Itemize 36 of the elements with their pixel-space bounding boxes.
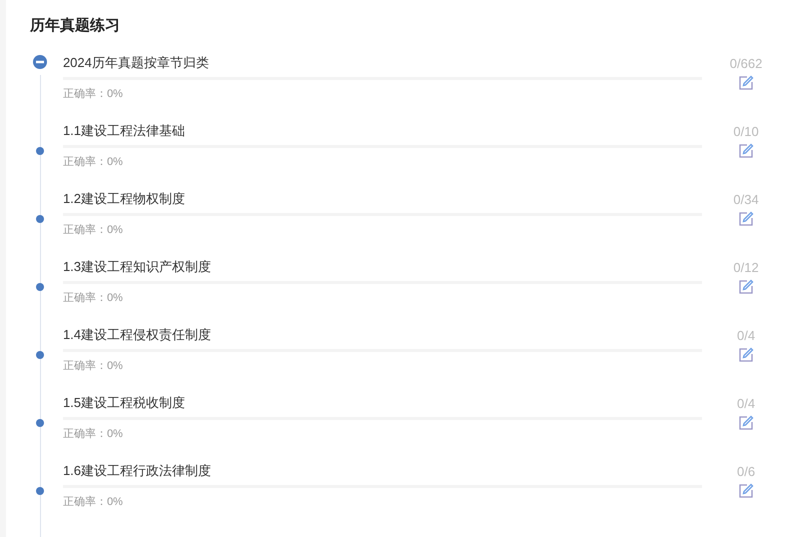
question-count: 0/4 xyxy=(737,396,756,411)
chapter-title[interactable]: 1.6建设工程行政法律制度 xyxy=(62,463,702,479)
accuracy-label: 正确率：0% xyxy=(62,154,124,169)
chapter-title[interactable]: 2024历年真题按章节归类 xyxy=(62,55,702,71)
edit-icon[interactable] xyxy=(738,75,754,91)
question-count: 0/34 xyxy=(733,192,759,207)
timeline-dot xyxy=(36,147,44,155)
section-title: 历年真题练习 xyxy=(30,16,120,35)
edit-icon[interactable] xyxy=(738,279,754,295)
accuracy-label: 正确率：0% xyxy=(62,358,124,373)
accuracy-label: 正确率：0% xyxy=(62,494,124,509)
timeline-dot xyxy=(36,487,44,495)
edit-icon[interactable] xyxy=(738,143,754,159)
edit-icon[interactable] xyxy=(738,483,754,499)
chapter-title[interactable]: 1.2建设工程物权制度 xyxy=(62,191,702,207)
accuracy-label: 正确率：0% xyxy=(62,290,124,305)
edit-icon[interactable] xyxy=(738,415,754,431)
question-count: 0/12 xyxy=(733,260,759,275)
question-count: 0/6 xyxy=(737,464,756,479)
edit-icon[interactable] xyxy=(738,347,754,363)
timeline-dot xyxy=(36,419,44,427)
accuracy-label: 正确率：0% xyxy=(62,426,124,441)
timeline-dot xyxy=(36,283,44,291)
timeline-dot xyxy=(36,351,44,359)
question-count: 0/10 xyxy=(733,124,759,139)
collapse-icon[interactable] xyxy=(33,55,48,69)
accuracy-label: 正确率：0% xyxy=(62,86,124,101)
accuracy-label: 正确率：0% xyxy=(62,222,124,237)
question-count: 0/4 xyxy=(737,328,756,343)
chapter-title[interactable]: 1.3建设工程知识产权制度 xyxy=(62,259,702,275)
chapter-title[interactable]: 1.5建设工程税收制度 xyxy=(62,395,702,411)
chapter-title[interactable]: 1.1建设工程法律基础 xyxy=(62,123,702,139)
question-count: 0/662 xyxy=(730,56,762,71)
edit-icon[interactable] xyxy=(738,211,754,227)
chapter-title[interactable]: 1.4建设工程侵权责任制度 xyxy=(62,327,702,343)
timeline-dot xyxy=(36,215,44,223)
